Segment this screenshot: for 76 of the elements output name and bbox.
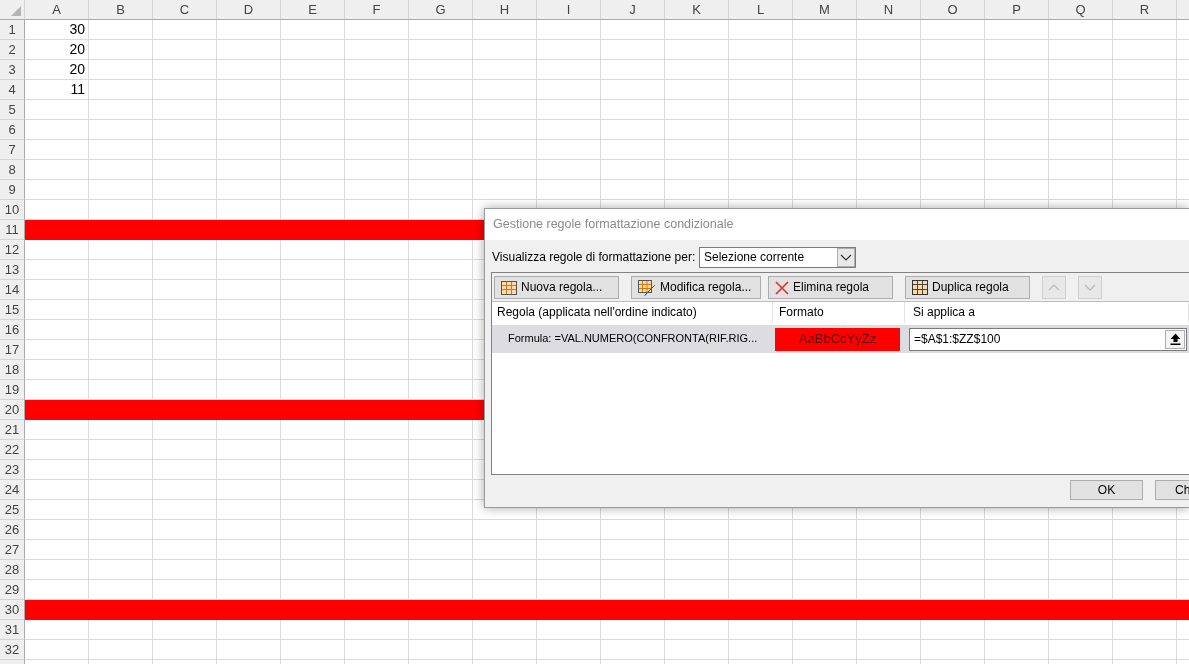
column-header[interactable]: Regola (applicata nell'ordine indicato) xyxy=(497,305,697,320)
show-rules-label: Visualizza regole di formattazione per: xyxy=(492,250,697,265)
row-header[interactable]: 11 xyxy=(0,220,25,240)
row-header[interactable]: 8 xyxy=(0,160,25,180)
row-header[interactable]: 25 xyxy=(0,500,25,520)
column-header[interactable]: F xyxy=(345,0,409,19)
edit-rule-button[interactable]: Modifica regola... xyxy=(631,276,761,299)
row-header[interactable]: 23 xyxy=(0,460,25,480)
column-header[interactable]: J xyxy=(601,0,665,19)
row-header[interactable]: 10 xyxy=(0,200,25,220)
show-rules-dropdown[interactable]: Selezione corrente xyxy=(699,247,856,268)
rule-row[interactable]: Formula: =VAL.NUMERO(CONFRONTA(RIF.RIG... AaBbCcYyZz =$A$1:$ZZ$100 xyxy=(492,325,1189,353)
column-header[interactable]: L xyxy=(729,0,793,19)
row-header[interactable]: 5 xyxy=(0,100,25,120)
row-header[interactable]: 26 xyxy=(0,520,25,540)
column-header[interactable]: E xyxy=(281,0,345,19)
row-header[interactable]: 17 xyxy=(0,340,25,360)
table-grid-icon xyxy=(912,280,928,295)
column-header[interactable]: H xyxy=(473,0,537,19)
column-header[interactable]: C xyxy=(153,0,217,19)
row-header[interactable]: 12 xyxy=(0,240,25,260)
row-header[interactable]: 4 xyxy=(0,80,25,100)
row-header[interactable]: 24 xyxy=(0,480,25,500)
dialog-title: Gestione regole formattazione condizionale xyxy=(493,217,734,232)
delete-rule-button[interactable]: Elimina regola xyxy=(768,276,893,299)
column-header[interactable]: I xyxy=(537,0,601,19)
row-header[interactable]: 3 xyxy=(0,60,25,80)
row-header[interactable]: 16 xyxy=(0,320,25,340)
x-mark-icon xyxy=(775,280,789,295)
format-preview: AaBbCcYyZz xyxy=(775,327,900,351)
column-header[interactable]: Q xyxy=(1049,0,1113,19)
chevron-down-icon xyxy=(1084,283,1096,292)
row-header[interactable]: 29 xyxy=(0,580,25,600)
dialog-button[interactable]: OK xyxy=(1070,480,1143,500)
row-header[interactable]: 32 xyxy=(0,640,25,660)
row-header[interactable]: 28 xyxy=(0,560,25,580)
column-header[interactable]: N xyxy=(857,0,921,19)
table-grid-icon xyxy=(501,280,517,295)
rule-text: Formula: =VAL.NUMERO(CONFRONTA(RIF.RIG... xyxy=(508,332,758,346)
column-header[interactable]: D xyxy=(217,0,281,19)
row-header[interactable]: 19 xyxy=(0,380,25,400)
chevron-down-icon xyxy=(837,248,855,267)
column-header[interactable]: B xyxy=(89,0,153,19)
row-header[interactable]: 6 xyxy=(0,120,25,140)
row-header[interactable]: 30 xyxy=(0,600,25,620)
row-header[interactable]: 18 xyxy=(0,360,25,380)
row-header[interactable]: 7 xyxy=(0,140,25,160)
applies-to-field[interactable]: =$A$1:$ZZ$100 xyxy=(909,327,1187,351)
column-header[interactable]: G xyxy=(409,0,473,19)
column-header[interactable]: M xyxy=(793,0,857,19)
row-header[interactable]: 1 xyxy=(0,20,25,40)
row-header[interactable]: 13 xyxy=(0,260,25,280)
table-pencil-icon xyxy=(638,279,656,296)
collapse-button[interactable] xyxy=(1165,329,1185,349)
row-header[interactable]: 31 xyxy=(0,620,25,640)
row-header[interactable]: 9 xyxy=(0,180,25,200)
row-header[interactable]: 21 xyxy=(0,420,25,440)
column-header[interactable]: Si applica a xyxy=(913,305,976,320)
column-header[interactable]: A xyxy=(25,0,89,19)
arrow-up-icon xyxy=(1169,333,1181,345)
column-header[interactable]: Formato xyxy=(779,305,824,320)
row-header[interactable]: 15 xyxy=(0,300,25,320)
row-header[interactable]: 20 xyxy=(0,400,25,420)
row-header[interactable]: 2 xyxy=(0,40,25,60)
column-header[interactable]: O xyxy=(921,0,985,19)
row-header[interactable]: 22 xyxy=(0,440,25,460)
column-header[interactable]: K xyxy=(665,0,729,19)
column-header[interactable]: P xyxy=(985,0,1049,19)
dialog-button[interactable]: Ch xyxy=(1155,480,1189,500)
chevron-up-icon xyxy=(1048,283,1060,292)
new-rule-button[interactable]: Nuova regola... xyxy=(494,276,619,299)
duplicate-rule-button[interactable]: Duplica regola xyxy=(905,276,1030,299)
corner-triangle-icon xyxy=(11,6,21,16)
column-header[interactable]: R xyxy=(1113,0,1177,19)
row-header[interactable]: 27 xyxy=(0,540,25,560)
row-header[interactable]: 14 xyxy=(0,280,25,300)
